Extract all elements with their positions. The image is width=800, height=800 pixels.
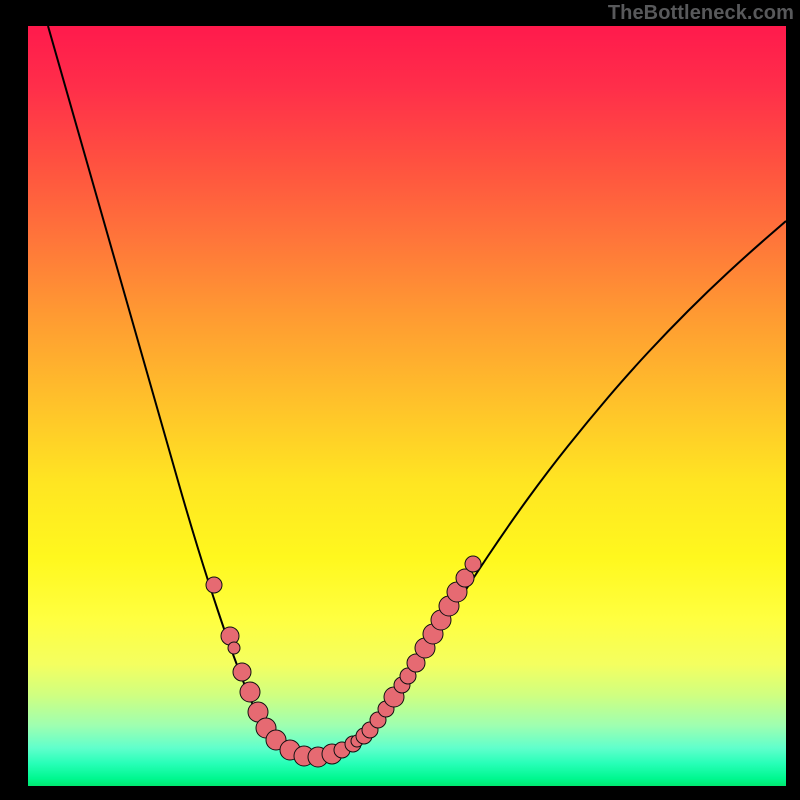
- marker-dot: [206, 577, 222, 593]
- marker-dot: [233, 663, 251, 681]
- marker-dot: [228, 642, 240, 654]
- bottleneck-curve-svg: [28, 26, 786, 786]
- highlighted-marker-group: [206, 556, 481, 767]
- marker-dot: [240, 682, 260, 702]
- watermark-text: TheBottleneck.com: [608, 2, 794, 25]
- marker-dot: [465, 556, 481, 572]
